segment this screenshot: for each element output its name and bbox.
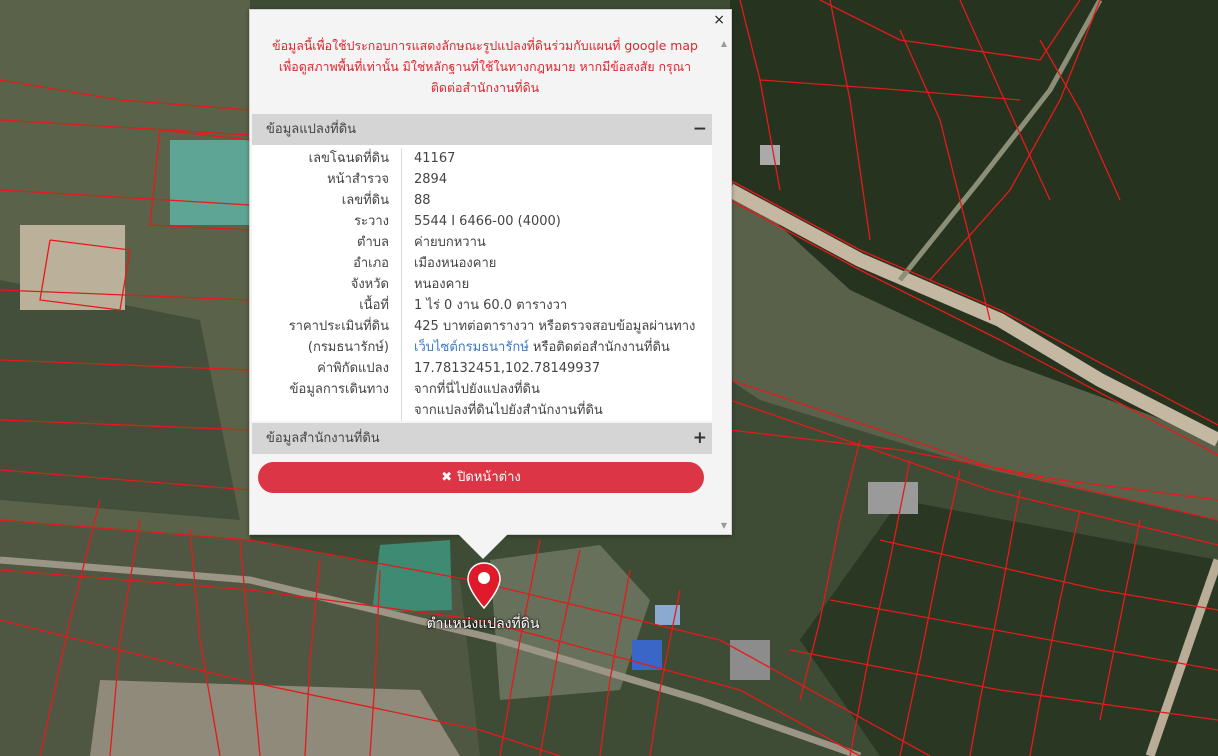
row-label: ค่าพิกัดแปลง: [317, 361, 389, 376]
map-pin-icon[interactable]: [466, 562, 502, 610]
row-value: 88: [414, 193, 431, 208]
pond: [170, 140, 250, 225]
detail-row-deed-number: เลขโฉนดที่ดิน 41167: [252, 148, 712, 169]
notice-line: ติดต่อสำนักงานที่ดิน: [430, 80, 540, 95]
row-label: จังหวัด: [350, 277, 389, 292]
row-value: 2894: [414, 172, 448, 187]
building-roof: [760, 145, 780, 165]
scroll-up-arrow-icon[interactable]: ▲: [721, 39, 727, 48]
close-window-label: ปิดหน้าต่าง: [457, 470, 521, 485]
column-divider: [401, 148, 402, 421]
building-roof: [730, 640, 770, 680]
detail-row-coordinates: ค่าพิกัดแปลง 17.78132451,102.78149937: [252, 358, 712, 379]
row-label: ระวาง: [354, 214, 389, 229]
row-value: 1 ไร่ 0 งาน 60.0 ตารางวา: [414, 298, 568, 313]
row-value: 425 บาทต่อตารางวา หรือตรวจสอบข้อมูลผ่านท…: [414, 319, 696, 334]
treasury-website-link[interactable]: เว็บไซต์กรมธนารักษ์: [414, 340, 529, 355]
row-value: 41167: [414, 151, 456, 166]
land-office-panel: ข้อมูลสำนักงานที่ดิน +: [252, 423, 712, 454]
directions-to-parcel-link[interactable]: จากที่นี่ไปยังแปลงที่ดิน: [401, 379, 540, 400]
row-label: (กรมธนารักษ์): [307, 340, 389, 355]
row-value: เว็บไซต์กรมธนารักษ์ หรือติดต่อสำนักงานที…: [401, 337, 670, 358]
detail-row-map-sheet: ระวาง 5544 I 6466-00 (4000): [252, 211, 712, 232]
row-label: ราคาประเมินที่ดิน: [288, 319, 389, 334]
close-x-icon: ✖: [441, 470, 453, 485]
detail-row-survey-page: หน้าสำรวจ 2894: [252, 169, 712, 190]
coordinates-link[interactable]: 17.78132451,102.78149937: [401, 358, 600, 379]
appraisal-tail-text: หรือติดต่อสำนักงานที่ดิน: [528, 340, 670, 355]
bare-land: [90, 680, 460, 756]
row-label: เลขโฉนดที่ดิน: [308, 151, 389, 166]
building-roof: [868, 482, 918, 514]
row-label: เลขที่ดิน: [341, 193, 389, 208]
notice-line: เพื่อดูสภาพพื้นที่เท่านั้น มิใช่หลักฐานท…: [278, 59, 692, 74]
close-icon[interactable]: ×: [713, 12, 725, 28]
detail-row-subdistrict: ตำบล ค่ายบกหวาน: [252, 232, 712, 253]
row-label: อำเภอ: [353, 256, 389, 271]
detail-row-travel-2: จากแปลงที่ดินไปยังสำนักงานที่ดิน: [252, 400, 712, 421]
detail-row-travel: ข้อมูลการเดินทาง จากที่นี่ไปยังแปลงที่ดิน: [252, 379, 712, 400]
row-label: เนื้อที่: [359, 298, 389, 313]
close-window-button[interactable]: ✖ ปิดหน้าต่าง: [258, 462, 704, 493]
detail-row-province: จังหวัด หนองคาย: [252, 274, 712, 295]
disclaimer-notice: ข้อมูลนี้เพื่อใช้ประกอบการแสดงลักษณะรูปแ…: [250, 35, 720, 98]
scroll-down-arrow-icon[interactable]: ▼: [721, 521, 727, 530]
expand-icon[interactable]: +: [693, 423, 707, 454]
detail-row-area: เนื้อที่ 1 ไร่ 0 งาน 60.0 ตารางวา: [252, 295, 712, 316]
bare-land: [20, 225, 125, 310]
detail-row-appraisal-source: (กรมธนารักษ์) เว็บไซต์กรมธนารักษ์ หรือติด…: [252, 337, 712, 358]
row-value: 5544 I 6466-00 (4000): [414, 214, 561, 229]
land-office-panel-header[interactable]: ข้อมูลสำนักงานที่ดิน +: [252, 423, 712, 454]
row-value: หนองคาย: [414, 277, 470, 292]
parcel-info-panel: ข้อมูลแปลงที่ดิน − เลขโฉนดที่ดิน 41167 หน…: [252, 114, 712, 421]
parcel-panel-title: ข้อมูลแปลงที่ดิน: [266, 122, 357, 137]
detail-row-district: อำเภอ เมืองหนองคาย: [252, 253, 712, 274]
parcel-panel-header[interactable]: ข้อมูลแปลงที่ดิน −: [252, 114, 712, 145]
row-value: ค่ายบกหวาน: [414, 235, 486, 250]
popup-pointer: [458, 534, 508, 559]
detail-row-land-number: เลขที่ดิน 88: [252, 190, 712, 211]
detail-row-appraisal: ราคาประเมินที่ดิน 425 บาทต่อตารางวา หรือต…: [252, 316, 712, 337]
pond: [372, 540, 452, 612]
row-value: เมืองหนองคาย: [414, 256, 497, 271]
land-office-panel-title: ข้อมูลสำนักงานที่ดิน: [266, 431, 380, 446]
marker-label: ตำแหน่งแปลงที่ดิน: [426, 616, 540, 632]
row-label: ข้อมูลการเดินทาง: [289, 382, 389, 397]
parcel-details-table: เลขโฉนดที่ดิน 41167 หน้าสำรวจ 2894 เลขที่ด…: [252, 145, 712, 421]
directions-to-office-link[interactable]: จากแปลงที่ดินไปยังสำนักงานที่ดิน: [401, 400, 603, 421]
notice-line: ข้อมูลนี้เพื่อใช้ประกอบการแสดงลักษณะรูปแ…: [272, 38, 698, 53]
row-label: หน้าสำรวจ: [327, 172, 389, 187]
collapse-icon[interactable]: −: [693, 114, 707, 145]
parcel-info-popup: × ▲ ▼ ข้อมูลนี้เพื่อใช้ประกอบการแสดงลักษ…: [249, 9, 732, 535]
row-label: ตำบล: [357, 235, 389, 250]
